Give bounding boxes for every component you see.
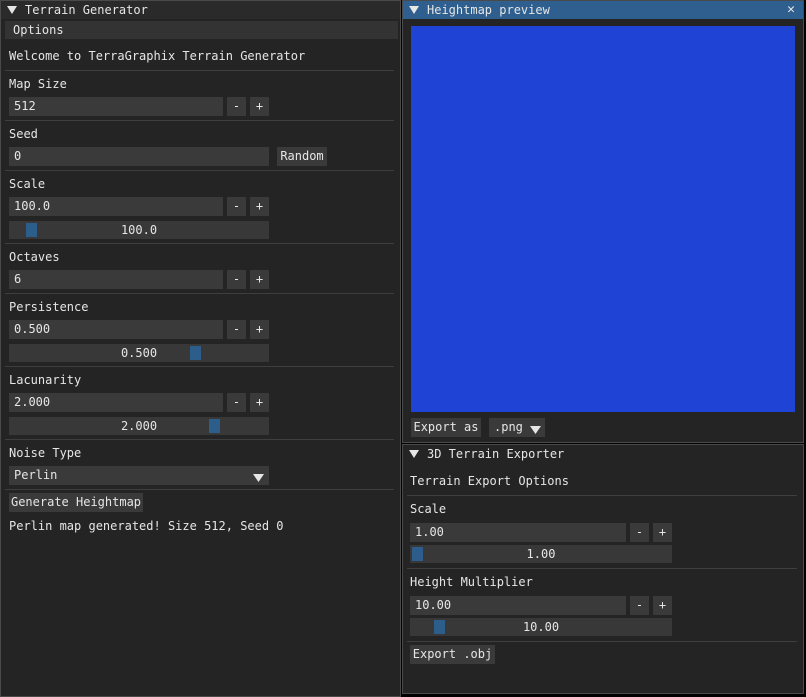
persistence-input[interactable]: 0.500 bbox=[9, 320, 223, 339]
noise-type-select[interactable]: Perlin bbox=[9, 466, 269, 485]
collapse-triangle-icon[interactable] bbox=[409, 449, 419, 459]
persistence-label: Persistence bbox=[9, 300, 89, 314]
map-size-input[interactable]: 512 bbox=[9, 97, 223, 116]
close-icon[interactable]: ✕ bbox=[787, 2, 795, 17]
window-title: 3D Terrain Exporter bbox=[427, 447, 565, 461]
persistence-slider[interactable]: 0.500 bbox=[9, 344, 269, 362]
height-multiplier-slider[interactable]: 10.00 bbox=[410, 618, 672, 636]
persistence-increment-button[interactable]: + bbox=[250, 320, 269, 339]
seed-input[interactable]: 0 bbox=[9, 147, 269, 166]
map-size-decrement-button[interactable]: - bbox=[227, 97, 246, 116]
octaves-increment-button[interactable]: + bbox=[250, 270, 269, 289]
options-header-label: Options bbox=[13, 23, 64, 37]
heightmap-preview-window: Heightmap preview ✕ Export as .png bbox=[402, 0, 804, 443]
terrain-exporter-window: 3D Terrain Exporter Terrain Export Optio… bbox=[402, 444, 804, 694]
export-format-select[interactable]: .png bbox=[489, 418, 545, 437]
terrain-generator-window: Terrain Generator Options Welcome to Ter… bbox=[0, 0, 401, 697]
lacunarity-label: Lacunarity bbox=[9, 373, 82, 387]
octaves-decrement-button[interactable]: - bbox=[227, 270, 246, 289]
export-scale-decrement-button[interactable]: - bbox=[630, 523, 649, 542]
dropdown-arrow-icon[interactable] bbox=[530, 422, 541, 441]
heightmap-preview-titlebar[interactable]: Heightmap preview ✕ bbox=[403, 1, 803, 19]
export-scale-slider-value: 1.00 bbox=[526, 547, 556, 561]
lacunarity-input[interactable]: 2.000 bbox=[9, 393, 223, 412]
window-title: Terrain Generator bbox=[25, 3, 148, 17]
separator bbox=[5, 120, 394, 121]
height-multiplier-input[interactable]: 10.00 bbox=[410, 596, 626, 615]
octaves-label: Octaves bbox=[9, 250, 60, 264]
status-text: Perlin map generated! Size 512, Seed 0 bbox=[9, 519, 284, 533]
noise-type-label: Noise Type bbox=[9, 446, 82, 460]
lacunarity-slider-value: 2.000 bbox=[120, 419, 158, 433]
separator bbox=[5, 366, 394, 367]
random-seed-button[interactable]: Random bbox=[277, 147, 327, 166]
separator bbox=[5, 243, 394, 244]
octaves-input[interactable]: 6 bbox=[9, 270, 223, 289]
separator bbox=[5, 170, 394, 171]
export-scale-label: Scale bbox=[410, 502, 447, 516]
height-multiplier-slider-value: 10.00 bbox=[522, 620, 560, 634]
generate-heightmap-button[interactable]: Generate Heightmap bbox=[9, 493, 143, 512]
terrain-exporter-titlebar[interactable]: 3D Terrain Exporter bbox=[403, 445, 803, 463]
height-multiplier-increment-button[interactable]: + bbox=[653, 596, 672, 615]
noise-type-value: Perlin bbox=[14, 468, 58, 482]
lacunarity-slider[interactable]: 2.000 bbox=[9, 417, 269, 435]
separator bbox=[5, 70, 394, 71]
export-scale-slider[interactable]: 1.00 bbox=[410, 545, 672, 563]
persistence-slider-value: 0.500 bbox=[120, 346, 158, 360]
lacunarity-decrement-button[interactable]: - bbox=[227, 393, 246, 412]
collapse-triangle-icon[interactable] bbox=[7, 5, 17, 15]
scale-decrement-button[interactable]: - bbox=[227, 197, 246, 216]
welcome-text: Welcome to TerraGraphix Terrain Generato… bbox=[9, 49, 306, 63]
scale-slider-value: 100.0 bbox=[120, 223, 158, 237]
scale-slider[interactable]: 100.0 bbox=[9, 221, 269, 239]
separator bbox=[5, 489, 394, 490]
map-size-increment-button[interactable]: + bbox=[250, 97, 269, 116]
export-format-value: .png bbox=[494, 420, 523, 434]
seed-label: Seed bbox=[9, 127, 38, 141]
separator bbox=[407, 495, 797, 496]
heightmap-terrain-image bbox=[411, 26, 795, 412]
export-scale-input[interactable]: 1.00 bbox=[410, 523, 626, 542]
terrain-generator-titlebar[interactable]: Terrain Generator bbox=[1, 1, 400, 19]
scale-label: Scale bbox=[9, 177, 46, 191]
export-options-header: Terrain Export Options bbox=[410, 474, 569, 488]
heightmap-image bbox=[411, 26, 795, 412]
export-scale-increment-button[interactable]: + bbox=[653, 523, 672, 542]
scale-input[interactable]: 100.0 bbox=[9, 197, 223, 216]
separator bbox=[5, 439, 394, 440]
separator bbox=[407, 568, 797, 569]
collapse-triangle-icon[interactable] bbox=[409, 5, 419, 15]
dropdown-arrow-icon[interactable] bbox=[253, 470, 264, 489]
scale-increment-button[interactable]: + bbox=[250, 197, 269, 216]
separator bbox=[407, 641, 797, 642]
map-size-label: Map Size bbox=[9, 77, 67, 91]
options-header[interactable]: Options bbox=[5, 21, 398, 39]
export-as-label: Export as bbox=[411, 418, 481, 437]
export-obj-button[interactable]: Export .obj bbox=[410, 645, 495, 664]
separator bbox=[5, 293, 394, 294]
height-multiplier-label: Height Multiplier bbox=[410, 575, 533, 589]
window-title: Heightmap preview bbox=[427, 3, 550, 17]
height-multiplier-decrement-button[interactable]: - bbox=[630, 596, 649, 615]
persistence-decrement-button[interactable]: - bbox=[227, 320, 246, 339]
lacunarity-increment-button[interactable]: + bbox=[250, 393, 269, 412]
